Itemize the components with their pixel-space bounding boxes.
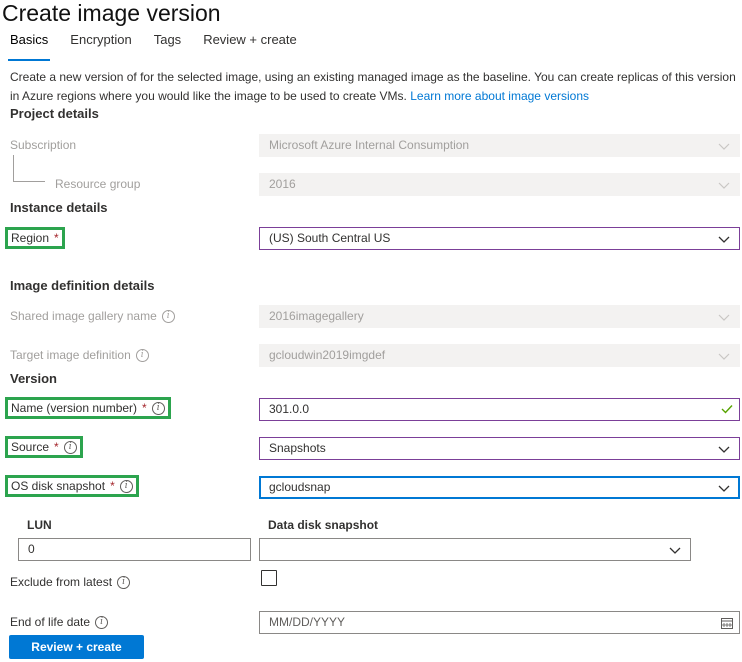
version-name-input[interactable]: 301.0.0: [259, 398, 740, 421]
calendar-icon[interactable]: [721, 617, 733, 629]
target-definition-label: Target image definition i: [10, 348, 149, 362]
subscription-value: Microsoft Azure Internal Consumption: [269, 138, 470, 152]
description-text: Create a new version of for the selected…: [10, 70, 736, 103]
chevron-down-icon: [718, 485, 730, 492]
resource-group-label: Resource group: [55, 177, 140, 191]
subscription-dropdown[interactable]: Microsoft Azure Internal Consumption: [259, 134, 740, 157]
info-icon[interactable]: i: [161, 309, 175, 323]
chevron-down-icon: [718, 314, 730, 321]
source-value: Snapshots: [269, 441, 326, 455]
region-label: Region *: [5, 227, 65, 249]
source-label: Source * i: [5, 436, 83, 458]
tab-review-create[interactable]: Review + create: [203, 32, 297, 56]
chevron-down-icon: [718, 353, 730, 360]
exclude-from-latest-checkbox[interactable]: [261, 570, 277, 586]
info-icon[interactable]: i: [63, 440, 77, 454]
checkmark-icon: [721, 405, 733, 414]
info-icon[interactable]: i: [95, 615, 109, 629]
instance-details-heading: Instance details: [10, 200, 108, 215]
region-label-text: Region: [11, 231, 50, 245]
end-of-life-placeholder: MM/DD/YYYY: [269, 615, 346, 629]
end-of-life-label: End of life date i: [10, 615, 109, 629]
lun-input[interactable]: 0: [18, 538, 251, 561]
page-description: Create a new version of for the selected…: [10, 68, 740, 106]
lun-value: 0: [28, 542, 35, 556]
project-details-heading: Project details: [10, 106, 99, 121]
image-definition-heading: Image definition details: [10, 278, 155, 293]
chevron-down-icon: [718, 446, 730, 453]
required-asterisk: *: [54, 231, 59, 245]
source-label-text: Source: [11, 440, 50, 454]
os-disk-snapshot-value: gcloudsnap: [269, 480, 331, 494]
target-definition-dropdown[interactable]: gcloudwin2019imgdef: [259, 344, 740, 367]
tab-encryption[interactable]: Encryption: [70, 32, 131, 56]
os-disk-snapshot-label: OS disk snapshot * i: [5, 475, 139, 497]
info-icon[interactable]: i: [135, 348, 149, 362]
subscription-label: Subscription: [10, 138, 76, 152]
info-icon[interactable]: i: [119, 479, 133, 493]
required-asterisk: *: [54, 440, 59, 454]
region-dropdown[interactable]: (US) South Central US: [259, 227, 740, 250]
tab-tags[interactable]: Tags: [154, 32, 181, 56]
version-heading: Version: [10, 371, 57, 386]
tree-connector-vertical: [13, 155, 14, 182]
target-definition-value: gcloudwin2019imgdef: [269, 348, 386, 362]
data-disk-snapshot-dropdown[interactable]: [259, 538, 691, 561]
exclude-from-latest-label: Exclude from latest i: [10, 575, 131, 589]
gallery-dropdown[interactable]: 2016imagegallery: [259, 305, 740, 328]
resource-group-value: 2016: [269, 177, 296, 191]
os-disk-snapshot-label-text: OS disk snapshot: [11, 479, 106, 493]
page-title: Create image version: [2, 0, 221, 26]
exclude-from-latest-label-text: Exclude from latest: [10, 575, 113, 589]
end-of-life-date-input[interactable]: MM/DD/YYYY: [259, 611, 740, 634]
version-name-label-text: Name (version number): [11, 401, 138, 415]
tab-bar: Basics Encryption Tags Review + create: [7, 32, 319, 61]
os-disk-snapshot-dropdown[interactable]: gcloudsnap: [259, 476, 740, 499]
resource-group-dropdown[interactable]: 2016: [259, 173, 740, 196]
data-disk-column-header: Data disk snapshot: [268, 518, 379, 532]
subscription-label-text: Subscription: [10, 138, 77, 152]
learn-more-link[interactable]: Learn more about image versions: [410, 89, 589, 103]
review-create-button[interactable]: Review + create: [9, 635, 144, 659]
info-icon[interactable]: i: [151, 401, 165, 415]
chevron-down-icon: [718, 182, 730, 189]
tree-connector-horizontal: [13, 181, 45, 182]
gallery-label: Shared image gallery name i: [10, 309, 175, 323]
chevron-down-icon: [669, 547, 681, 554]
source-dropdown[interactable]: Snapshots: [259, 437, 740, 460]
version-name-label: Name (version number) * i: [5, 397, 171, 419]
resource-group-label-text: Resource group: [55, 177, 141, 191]
version-name-value: 301.0.0: [269, 402, 310, 416]
gallery-value: 2016imagegallery: [269, 309, 364, 323]
end-of-life-label-text: End of life date: [10, 615, 91, 629]
target-definition-label-text: Target image definition: [10, 348, 131, 362]
chevron-down-icon: [718, 143, 730, 150]
gallery-label-text: Shared image gallery name: [10, 309, 157, 323]
chevron-down-icon: [718, 236, 730, 243]
lun-column-header: LUN: [27, 518, 52, 532]
region-value: (US) South Central US: [269, 231, 391, 245]
info-icon[interactable]: i: [117, 575, 131, 589]
required-asterisk: *: [110, 479, 115, 493]
tab-basics[interactable]: Basics: [7, 32, 51, 61]
required-asterisk: *: [142, 401, 147, 415]
